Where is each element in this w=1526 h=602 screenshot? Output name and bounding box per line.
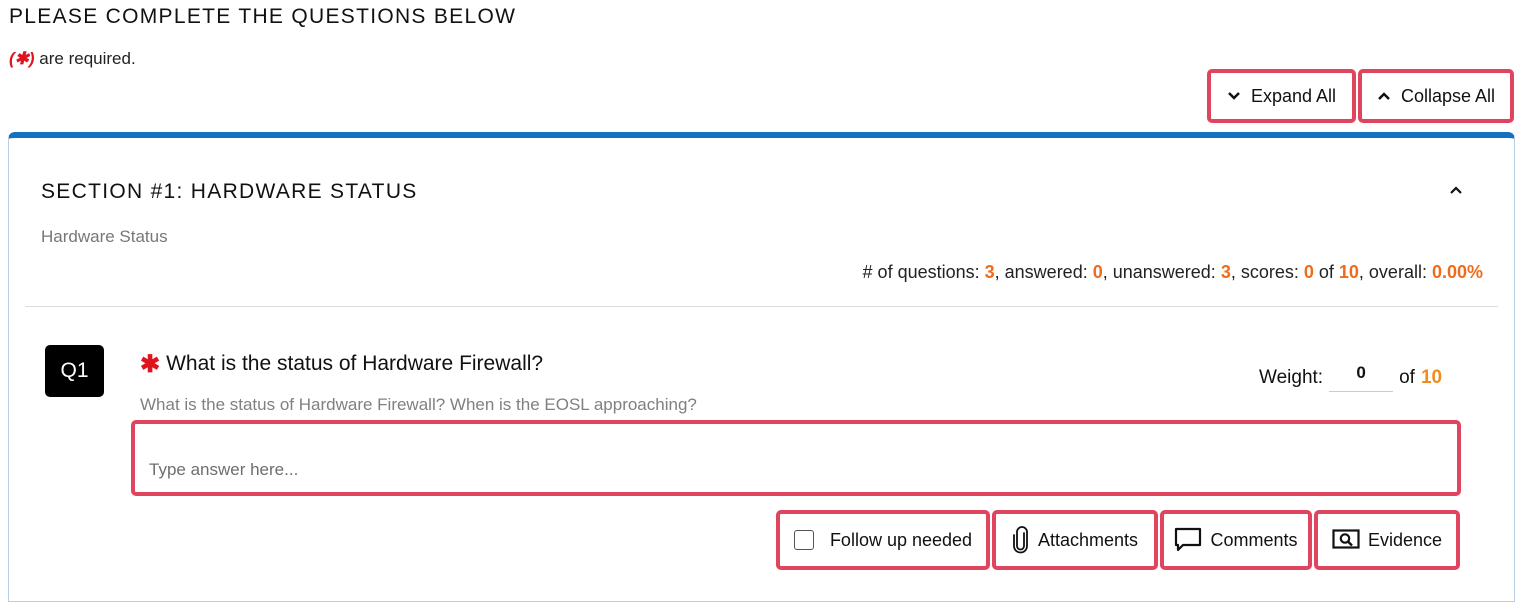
- stats-questions-count: 3: [984, 262, 995, 282]
- weight-max: 10: [1420, 366, 1443, 388]
- stats-answered-count: 0: [1092, 262, 1103, 282]
- stats-answered-label: , answered:: [994, 262, 1093, 282]
- attachments-label: Attachments: [1037, 529, 1139, 550]
- weight-label: Weight:: [1259, 366, 1324, 388]
- required-text: are required.: [34, 49, 136, 68]
- section-collapse-toggle[interactable]: [1449, 182, 1463, 200]
- collapse-all-label: Collapse All: [1400, 85, 1496, 106]
- question-description: What is the status of Hardware Firewall?…: [140, 395, 697, 414]
- required-star-icon: ✱: [140, 351, 161, 378]
- comments-label: Comments: [1210, 529, 1298, 550]
- stats-score: 0: [1303, 262, 1314, 282]
- stats-score-max: 10: [1338, 262, 1359, 282]
- question-badge: Q1: [45, 345, 104, 397]
- evidence-search-icon: [1332, 529, 1360, 549]
- evidence-label: Evidence: [1367, 529, 1443, 550]
- paperclip-icon: [1013, 526, 1028, 554]
- expand-all-label: Expand All: [1250, 85, 1337, 106]
- weight-input[interactable]: 0: [1329, 363, 1394, 392]
- chevron-up-icon: [1450, 186, 1462, 194]
- section-title: SECTION #1: HARDWARE STATUS: [41, 180, 418, 203]
- answer-input[interactable]: Type answer here...: [131, 420, 1461, 496]
- checkbox-icon[interactable]: [793, 530, 814, 550]
- stats-unanswered-count: 3: [1220, 262, 1231, 282]
- chevron-up-icon: [1378, 92, 1390, 100]
- stats-scores-label: , scores:: [1230, 262, 1304, 282]
- question-title-text: What is the status of Hardware Firewall?: [166, 352, 544, 375]
- weight-control: Weight: 0 of 10: [1259, 363, 1442, 392]
- stats-of-label: of: [1313, 262, 1339, 282]
- collapse-all-button[interactable]: Collapse All: [1358, 69, 1514, 123]
- stats-unanswered-label: , unanswered:: [1102, 262, 1221, 282]
- attachments-button[interactable]: Attachments: [992, 510, 1158, 570]
- comment-icon: [1175, 527, 1202, 552]
- comments-button[interactable]: Comments: [1160, 510, 1312, 570]
- section-card: SECTION #1: HARDWARE STATUS Hardware Sta…: [8, 132, 1515, 602]
- chevron-down-icon: [1228, 92, 1240, 100]
- follow-up-checkbox[interactable]: Follow up needed: [776, 510, 990, 570]
- stats-overall-label: , overall:: [1358, 262, 1432, 282]
- required-marker: (✱): [9, 49, 35, 68]
- follow-up-label: Follow up needed: [829, 529, 973, 550]
- expand-all-button[interactable]: Expand All: [1207, 69, 1356, 123]
- stats-overall: 0.00%: [1431, 262, 1483, 282]
- section-subtitle: Hardware Status: [41, 227, 168, 246]
- page-heading: PLEASE COMPLETE THE QUESTIONS BELOW: [9, 5, 517, 28]
- evidence-button[interactable]: Evidence: [1314, 510, 1460, 570]
- stats-questions-label: # of questions:: [862, 262, 985, 282]
- weight-of-label: of: [1399, 366, 1415, 388]
- section-divider: [25, 306, 1498, 307]
- required-note: (✱) are required.: [9, 49, 136, 69]
- section-stats: # of questions: 3, answered: 0, unanswer…: [863, 262, 1483, 283]
- question-title: ✱ What is the status of Hardware Firewall…: [140, 350, 543, 379]
